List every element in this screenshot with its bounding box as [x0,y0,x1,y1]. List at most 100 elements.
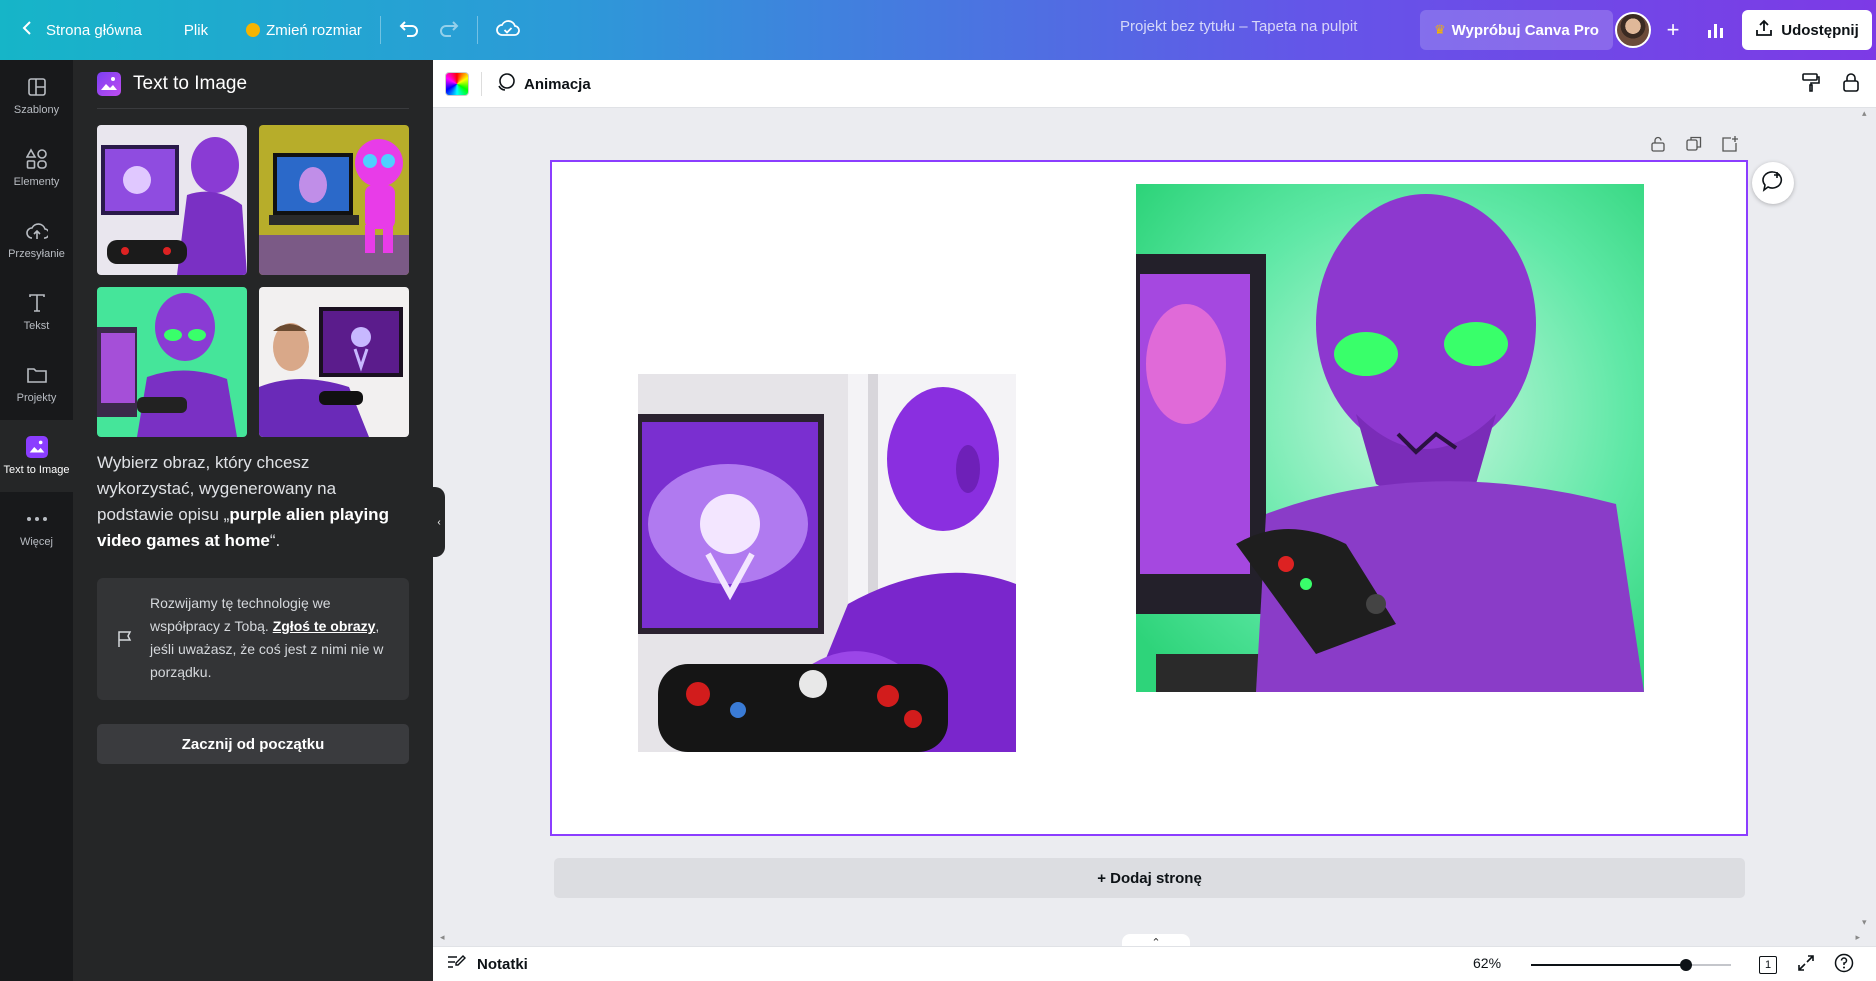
undo-icon [399,19,419,41]
paint-roller-icon [1801,72,1821,97]
color-picker-button[interactable] [445,72,469,96]
cloud-save-button[interactable] [486,10,530,50]
duplicate-icon [1686,136,1702,157]
chevron-left-icon: ‹ [437,516,441,528]
bar-chart-icon [1707,30,1711,38]
rail-item-label: Tekst [23,320,50,332]
rail-item-label: Więcej [19,536,53,548]
add-page-icon [1722,135,1738,157]
lock-button[interactable] [1839,72,1863,96]
canvas-toolbar: Animacja [433,60,1876,108]
scroll-down-icon: ▾ [1862,917,1867,927]
resize-button[interactable]: Zmień rozmiar [236,10,372,50]
file-menu-button[interactable]: Plik [174,10,218,50]
chevron-left-icon [22,20,32,40]
flag-icon [117,630,133,653]
lock-page-button[interactable] [1646,136,1670,156]
help-icon [1834,953,1854,978]
more-icon [26,508,48,530]
scroll-up-icon: ▴ [1862,108,1867,118]
expand-icon [1797,954,1815,977]
rail-item-label: Przesyłanie [8,248,65,260]
home-button[interactable]: Strona główna [12,10,152,50]
plus-icon: + [1666,17,1680,42]
rail-item-more[interactable]: Więcej [0,492,73,564]
toolbar-divider [379,16,381,44]
resize-label: Zmień rozmiar [266,21,362,39]
divider [97,108,409,109]
result-thumbnail[interactable] [97,287,247,437]
redo-icon [439,19,459,41]
zoom-slider[interactable] [1531,959,1731,971]
start-over-button[interactable]: Zacznij od początku [97,724,409,764]
vertical-scrollbar[interactable]: ▴ ▾ [1862,108,1874,928]
canvas-image-alien-green[interactable] [1136,184,1644,692]
help-button[interactable] [1833,953,1855,978]
rail-item-label: Projekty [16,392,57,404]
scroll-right-icon: ▸ [1855,932,1860,942]
templates-icon [26,76,48,98]
fullscreen-button[interactable] [1795,954,1817,976]
text-to-image-icon [25,436,48,458]
zoom-level[interactable]: 62% [1473,955,1501,971]
panel-title: Text to Image [133,73,248,94]
share-button[interactable]: Udostępnij [1742,10,1872,50]
insights-button[interactable] [1695,10,1735,50]
upload-icon [25,220,48,242]
rail-item-text-to-image[interactable]: Text to Image [0,420,73,492]
add-collaborator-button[interactable]: + [1655,12,1691,48]
panel-description: Wybierz obraz, który chcesz wykorzystać,… [97,450,409,554]
add-page-button[interactable]: + Dodaj stronę [554,858,1745,898]
page-count-icon: 1 [1759,956,1777,974]
folder-icon [26,364,48,386]
description-suffix: “. [269,531,281,550]
cloud-check-icon [496,19,520,41]
duplicate-page-button[interactable] [1682,136,1706,156]
rail-item-upload[interactable]: Przesyłanie [0,204,73,276]
animation-button[interactable]: Animacja [496,72,591,96]
redo-button[interactable] [429,10,469,50]
rail-item-text[interactable]: Tekst [0,276,73,348]
report-images-link[interactable]: Zgłoś te obrazy [273,618,376,634]
notes-button[interactable]: Notatki [447,954,528,974]
try-pro-button[interactable]: ♛ Wypróbuj Canva Pro [1420,10,1613,50]
design-page[interactable] [550,160,1748,836]
crown-icon [246,23,261,37]
panel-header: Text to Image [97,72,247,96]
add-comment-button[interactable] [1752,162,1794,204]
rail-item-templates[interactable]: Szablony [0,60,73,132]
elements-icon [25,148,48,170]
feedback-note: Rozwijamy tę technologię we współpracy z… [97,578,409,700]
notes-label: Notatki [477,955,528,973]
undo-button[interactable] [389,10,429,50]
document-title[interactable]: Projekt bez tytułu – Tapeta na pulpit [1120,18,1357,35]
animation-label: Animacja [524,75,591,93]
animation-icon [496,72,516,96]
zoom-slider-handle[interactable] [1680,959,1692,971]
top-bar: Strona główna Plik Zmień rozmiar Projekt… [0,0,1876,60]
result-thumbnail[interactable] [97,125,247,275]
zoom-slider-fill [1531,964,1686,966]
result-thumbnail[interactable] [259,125,409,275]
toolbar-divider [481,72,482,96]
scroll-left-icon: ◂ [440,932,445,942]
rail-item-label: Text to Image [3,464,70,476]
collapse-panel-button[interactable]: ‹ [433,487,445,557]
add-page-icon-button[interactable] [1718,135,1742,157]
toolbar-divider [476,16,478,44]
notes-icon [447,954,467,974]
avatar[interactable] [1615,12,1651,48]
text-to-image-icon [97,72,121,96]
copy-style-button[interactable] [1799,72,1823,96]
canvas-image-alien-tv[interactable] [638,374,1016,752]
comment-plus-icon [1762,170,1784,197]
result-thumbnail[interactable] [259,287,409,437]
page-count-button[interactable]: 1 [1757,954,1779,976]
rail-item-elements[interactable]: Elementy [0,132,73,204]
home-label: Strona główna [46,21,142,39]
crown-icon: ♛ [1434,22,1446,37]
try-pro-label: Wypróbuj Canva Pro [1451,21,1599,39]
rail-item-projects[interactable]: Projekty [0,348,73,420]
share-label: Udostępnij [1781,21,1859,39]
upload-arrow-icon [1755,19,1773,41]
